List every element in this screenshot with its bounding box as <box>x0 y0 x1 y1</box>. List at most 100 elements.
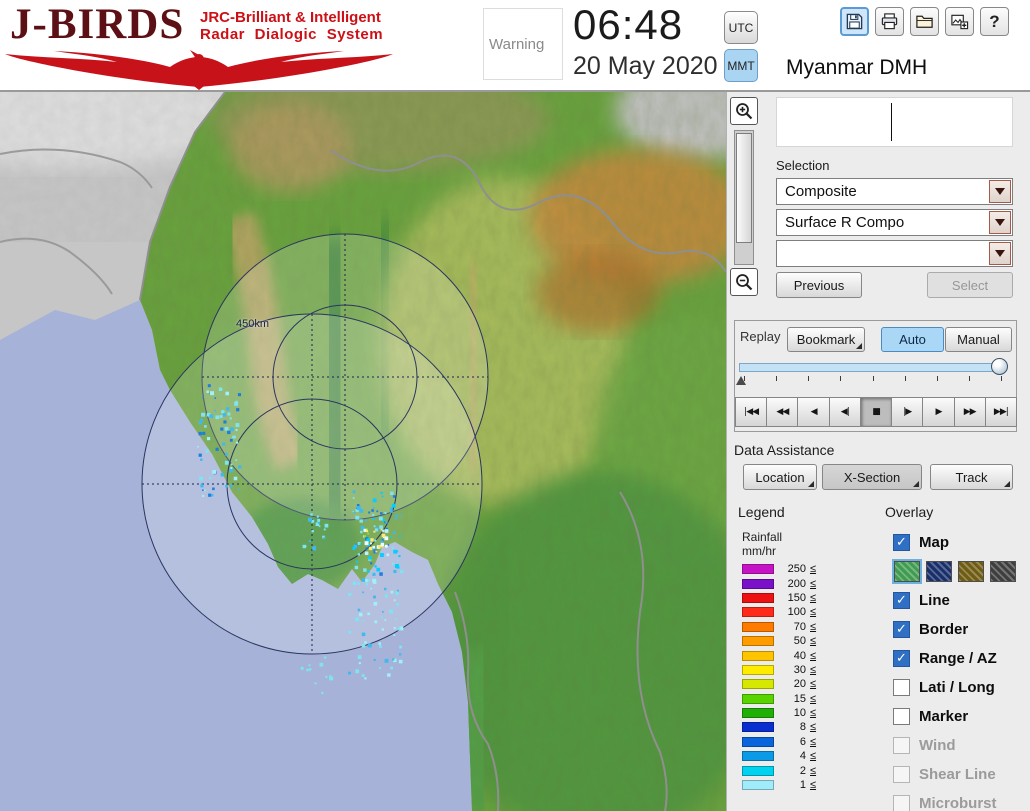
replay-step-back-button[interactable]: ◀| <box>828 397 861 427</box>
map-palette-swatch[interactable] <box>926 561 952 582</box>
previous-button[interactable]: Previous <box>776 272 862 298</box>
legend-entry: 100 ≤ <box>742 605 816 619</box>
xsection-button[interactable]: X-Section <box>822 464 922 490</box>
open-folder-button[interactable] <box>910 7 939 36</box>
legend-color-swatch <box>742 722 774 733</box>
app-logo-subtitle: JRC-Brilliant & Intelligent Radar Dialog… <box>200 9 383 43</box>
replay-step-forward-button[interactable]: |▶ <box>891 397 924 427</box>
auto-button[interactable]: Auto <box>881 327 944 352</box>
replay-slider-handle[interactable] <box>991 358 1008 375</box>
mmt-button[interactable]: MMT <box>724 49 758 82</box>
legend-leq-symbol: ≤ <box>810 678 817 691</box>
help-button[interactable]: ? <box>980 7 1009 36</box>
extra-dropdown[interactable] <box>776 240 1013 267</box>
chevron-down-icon <box>995 250 1005 257</box>
replay-reverse-play-button[interactable]: ◀ <box>797 397 830 427</box>
legend-value: 8 <box>799 721 806 734</box>
overlay-item-map[interactable]: ✓ Map <box>893 528 1029 557</box>
replay-slider-track[interactable] <box>739 363 1006 372</box>
overlay-item-label: Marker <box>919 708 969 725</box>
dropdown-arrow-button[interactable] <box>989 180 1011 203</box>
replay-first-button[interactable]: |◀◀ <box>735 397 768 427</box>
legend-entry: 200 ≤ <box>742 576 816 590</box>
replay-last-button[interactable]: ▶▶| <box>984 397 1017 427</box>
select-button[interactable]: Select <box>927 272 1013 298</box>
checkbox[interactable]: ✓ <box>893 592 910 609</box>
map-palette-row <box>892 557 1029 586</box>
map-zoom-scrollbar[interactable] <box>734 130 754 265</box>
radar-map[interactable] <box>0 92 726 811</box>
chevron-down-icon <box>995 219 1005 226</box>
zoom-out-button[interactable] <box>730 268 758 296</box>
checkbox[interactable] <box>893 708 910 725</box>
save-button[interactable] <box>840 7 869 36</box>
overlay-heading: Overlay <box>885 504 934 520</box>
overlay-item-microburst[interactable]: Microburst <box>893 789 1029 811</box>
map-palette-swatch[interactable] <box>892 559 922 584</box>
overlay-item-label: Map <box>919 534 949 551</box>
product-dropdown[interactable]: Surface R Compo <box>776 209 1013 236</box>
overlay-item-line[interactable]: ✓ Line <box>893 586 1029 615</box>
legend-value: 100 <box>787 606 806 619</box>
checkbox[interactable] <box>893 679 910 696</box>
overlay-item-range-az[interactable]: ✓ Range / AZ <box>893 644 1029 673</box>
overlay-item-shear-line[interactable]: Shear Line <box>893 760 1029 789</box>
dropdown-arrow-button[interactable] <box>989 211 1011 234</box>
legend-entry: 150 ≤ <box>742 591 816 605</box>
overlay-item-label: Line <box>919 592 950 609</box>
replay-play-button[interactable]: ▶ <box>922 397 955 427</box>
dropdown-arrow-button[interactable] <box>989 242 1011 265</box>
scrollbar-thumb[interactable] <box>736 133 752 243</box>
composite-dropdown[interactable]: Composite <box>776 178 1013 205</box>
legend-leq-symbol: ≤ <box>810 707 817 720</box>
manual-button[interactable]: Manual <box>945 327 1012 352</box>
overlay-item-label: Shear Line <box>919 766 996 783</box>
checkbox[interactable] <box>893 766 910 783</box>
replay-group: Replay Bookmark Auto Manual |◀◀ ◀◀ ◀ ◀| ■ |▶ ▶… <box>734 320 1017 432</box>
overlay-item-border[interactable]: ✓ Border <box>893 615 1029 644</box>
track-button[interactable]: Track <box>930 464 1013 490</box>
overlay-item-lati-long[interactable]: Lati / Long <box>893 673 1029 702</box>
overlay-item-wind[interactable]: Wind <box>893 731 1029 760</box>
legend-color-swatch <box>742 578 774 589</box>
map-palette-swatch[interactable] <box>958 561 984 582</box>
legend-entry: 1 ≤ <box>742 778 816 792</box>
overlay-item-label: Wind <box>919 737 956 754</box>
legend-value: 70 <box>793 620 806 633</box>
legend-leq-symbol: ≤ <box>810 620 817 633</box>
legend-color-swatch <box>742 592 774 603</box>
export-image-button[interactable] <box>945 7 974 36</box>
checkbox[interactable]: ✓ <box>893 534 910 551</box>
legend-entry: 50 ≤ <box>742 634 816 648</box>
legend-value: 2 <box>799 764 806 777</box>
bookmark-button[interactable]: Bookmark <box>787 327 865 352</box>
checkbox[interactable] <box>893 737 910 754</box>
legend-entry: 15 ≤ <box>742 692 816 706</box>
replay-stop-button[interactable]: ■ <box>859 397 893 427</box>
legend-color-swatch <box>742 751 774 762</box>
replay-fast-forward-button[interactable]: ▶▶ <box>953 397 986 427</box>
overlay-item-label: Range / AZ <box>919 650 997 667</box>
legend-value: 15 <box>793 692 806 705</box>
print-button[interactable] <box>875 7 904 36</box>
slider-tick <box>840 376 842 381</box>
replay-fast-rewind-button[interactable]: ◀◀ <box>766 397 799 427</box>
overlay-item-marker[interactable]: Marker <box>893 702 1029 731</box>
legend-leq-symbol: ≤ <box>810 721 817 734</box>
checkbox[interactable] <box>893 795 910 811</box>
legend-color-swatch <box>742 679 774 690</box>
zoom-in-button[interactable] <box>730 97 758 125</box>
header-bar: J-BIRDS JRC-Brilliant & Intelligent Rada… <box>0 0 1030 92</box>
checkbox[interactable]: ✓ <box>893 621 910 638</box>
legend-quantity-label: Rainfall <box>742 530 783 544</box>
legend-entry: 40 ≤ <box>742 648 816 662</box>
checkbox[interactable]: ✓ <box>893 650 910 667</box>
map-palette-swatch[interactable] <box>990 561 1016 582</box>
app-logo-title: J-BIRDS <box>10 1 185 48</box>
utc-button[interactable]: UTC <box>724 11 758 44</box>
query-box[interactable] <box>776 97 1013 147</box>
location-button[interactable]: Location <box>743 464 817 490</box>
legend-leq-symbol: ≤ <box>810 577 817 590</box>
legend-leq-symbol: ≤ <box>810 663 817 676</box>
legend-leq-symbol: ≤ <box>810 606 817 619</box>
